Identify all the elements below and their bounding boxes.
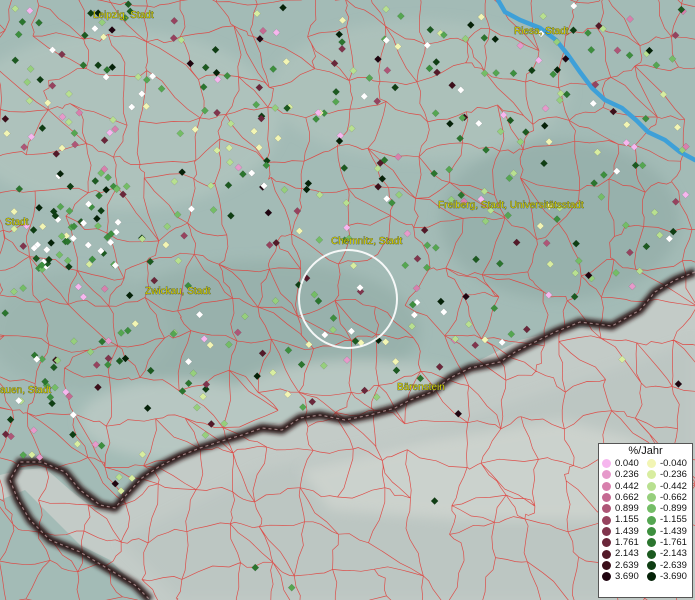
legend-swatch <box>647 493 656 503</box>
legend-entry: -2.143 <box>647 548 692 559</box>
legend-entry: 1.761 <box>602 537 647 548</box>
legend-swatch <box>602 504 611 514</box>
legend-swatch <box>647 560 656 570</box>
city-label: Chemnitz, Stadt <box>331 236 402 247</box>
city-label: auen, Stadt <box>0 385 51 396</box>
legend-swatch <box>647 572 656 582</box>
legend-positive-column: 0.040 0.236 0.442 0.662 0.899 1.155 1.43… <box>602 458 647 582</box>
legend-label: -1.761 <box>660 537 687 549</box>
legend-entry: 0.662 <box>602 492 647 503</box>
legend-swatch <box>647 549 656 559</box>
legend-label: -0.236 <box>660 469 687 481</box>
legend-swatch <box>647 470 656 480</box>
legend-swatch <box>602 459 611 469</box>
city-label: Bärenstein <box>397 382 445 393</box>
legend-swatch <box>647 504 656 514</box>
legend-entry: 0.899 <box>602 503 647 514</box>
legend-entry: 3.690 <box>602 571 647 582</box>
legend-label: -2.143 <box>660 548 687 560</box>
legend-label: 1.761 <box>615 537 639 549</box>
legend-swatch <box>602 526 611 536</box>
legend-label: -1.439 <box>660 525 687 537</box>
legend-entry: -1.439 <box>647 526 692 537</box>
legend-entry: -0.899 <box>647 503 692 514</box>
map-legend: %/Jahr 0.040 0.236 0.442 0.662 0.899 1.1… <box>598 443 693 598</box>
map-canvas[interactable]: Leipzig, Stadt Riesa, Stadt Freiberg, St… <box>0 0 695 600</box>
legend-entry: 1.155 <box>602 514 647 525</box>
legend-swatch <box>602 538 611 548</box>
legend-entry: 0.236 <box>602 469 647 480</box>
legend-entry: -0.442 <box>647 481 692 492</box>
legend-label: -3.690 <box>660 570 687 582</box>
legend-swatch <box>647 515 656 525</box>
legend-entry: -0.040 <box>647 458 692 469</box>
legend-label: -0.899 <box>660 503 687 515</box>
legend-label: -1.155 <box>660 514 687 526</box>
legend-label: -2.639 <box>660 559 687 571</box>
legend-label: 1.155 <box>615 514 639 526</box>
legend-swatch <box>647 526 656 536</box>
legend-label: 3.690 <box>615 570 639 582</box>
legend-entry: -1.155 <box>647 514 692 525</box>
legend-swatch <box>647 481 656 491</box>
legend-label: 0.899 <box>615 503 639 515</box>
city-label: Stadt <box>5 217 29 228</box>
legend-label: 0.040 <box>615 458 639 469</box>
legend-entry: 1.439 <box>602 526 647 537</box>
legend-label: 1.439 <box>615 525 639 537</box>
legend-swatch <box>602 560 611 570</box>
legend-entry: 0.442 <box>602 481 647 492</box>
legend-label: -0.442 <box>660 480 687 492</box>
legend-entry: -1.761 <box>647 537 692 548</box>
legend-swatch <box>602 549 611 559</box>
legend-title: %/Jahr <box>628 445 663 457</box>
legend-label: -0.662 <box>660 491 687 503</box>
legend-entry: -0.236 <box>647 469 692 480</box>
legend-swatch <box>647 538 656 548</box>
legend-label: -0.040 <box>660 458 687 469</box>
legend-entry: -3.690 <box>647 571 692 582</box>
legend-entry: -2.639 <box>647 560 692 571</box>
legend-label: 2.639 <box>615 559 639 571</box>
legend-label: 0.662 <box>615 491 639 503</box>
legend-entry: 0.040 <box>602 458 647 469</box>
legend-swatch <box>602 470 611 480</box>
legend-negative-column: -0.040 -0.236 -0.442 -0.662 -0.899 -1.15… <box>647 458 692 582</box>
legend-label: 2.143 <box>615 548 639 560</box>
city-label: Leipzig, Stadt <box>93 10 154 21</box>
legend-entry: -0.662 <box>647 492 692 503</box>
legend-label: 0.442 <box>615 480 639 492</box>
city-label: Zwickau, Stadt <box>145 286 211 297</box>
legend-swatch <box>602 481 611 491</box>
legend-swatch <box>647 459 656 469</box>
city-label: Riesa, Stadt <box>514 26 569 37</box>
legend-entry: 2.143 <box>602 548 647 559</box>
legend-entry: 2.639 <box>602 560 647 571</box>
legend-swatch <box>602 515 611 525</box>
legend-swatch <box>602 493 611 503</box>
legend-swatch <box>602 572 611 582</box>
city-label: Freiberg, Stadt, Universitätsstadt <box>438 200 584 211</box>
legend-label: 0.236 <box>615 469 639 481</box>
